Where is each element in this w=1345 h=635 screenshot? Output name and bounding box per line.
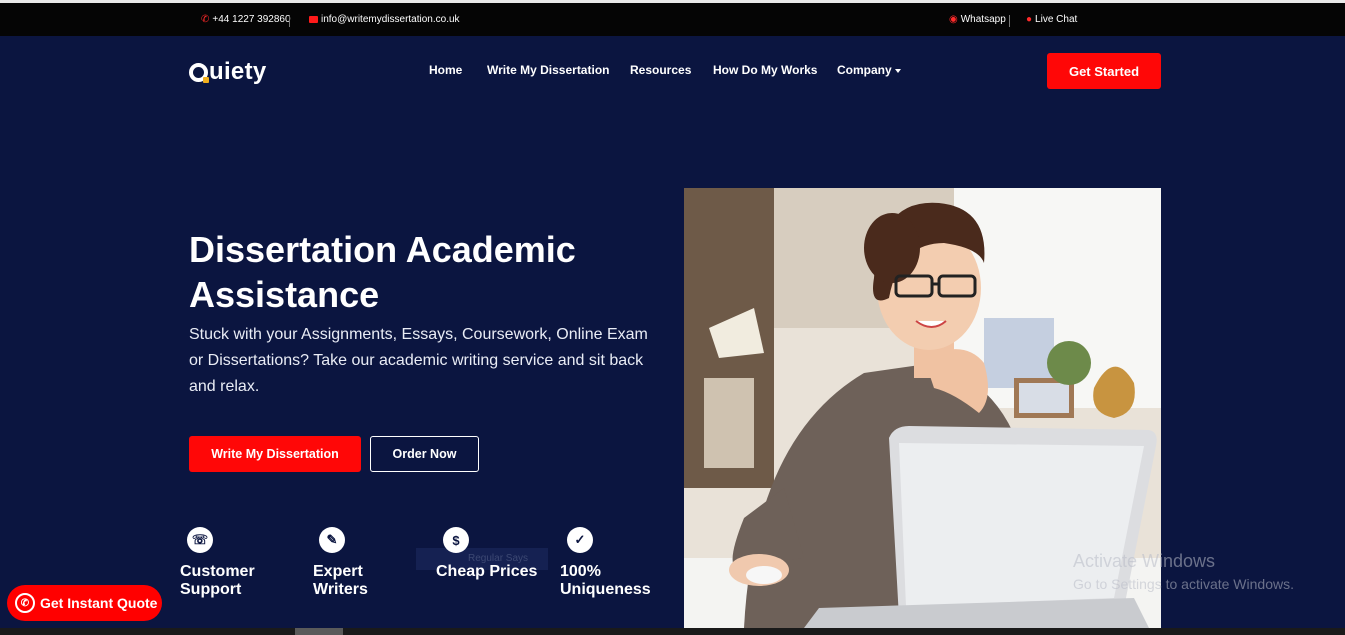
nav-home[interactable]: Home [429, 63, 462, 77]
nav-how-do-my-works[interactable]: How Do My Works [713, 63, 817, 77]
phone-number: +44 1227 392860 [212, 14, 291, 25]
feature-label-line: Writers [313, 581, 368, 598]
live-chat-link[interactable]: ● Live Chat [1026, 14, 1077, 25]
price-icon: $ [443, 527, 469, 553]
phone-link[interactable]: ✆ +44 1227 392860 [201, 14, 291, 25]
nav-company-label: Company [837, 63, 892, 77]
phone-icon: ✆ [201, 14, 210, 25]
hero-title: Dissertation Academic Assistance [189, 227, 659, 317]
chat-bubble-icon: ● [1026, 14, 1033, 25]
logo-mark-icon [189, 62, 209, 83]
unique-icon: ✓ [567, 527, 593, 553]
headset-icon: ☏ [187, 527, 213, 553]
email-link[interactable]: info@writemydissertation.co.uk [309, 14, 460, 25]
top-contact-bar: ✆ +44 1227 392860 info@writemydissertati… [0, 0, 1345, 36]
activate-windows-subtitle: Go to Settings to activate Windows. [1073, 576, 1294, 592]
feature-customer-support: Customer Support [180, 563, 255, 599]
write-my-dissertation-button[interactable]: Write My Dissertation [189, 436, 361, 472]
horizontal-scrollbar[interactable] [0, 628, 1345, 635]
quote-label: Get Instant Quote [40, 595, 158, 611]
writer-icon: ✎ [319, 527, 345, 553]
whatsapp-label: Whatsapp [960, 14, 1006, 25]
divider [1009, 15, 1010, 27]
get-started-button[interactable]: Get Started [1047, 53, 1161, 89]
whatsapp-icon: ✆ [15, 593, 35, 613]
feature-uniqueness: 100% Uniqueness [560, 563, 651, 599]
whatsapp-link[interactable]: ◉ Whatsapp [949, 14, 1006, 25]
feature-label-line: Expert [313, 563, 363, 580]
logo-text: uiety [209, 58, 267, 85]
site-logo[interactable]: uiety [189, 58, 267, 86]
activate-windows-title: Activate Windows [1073, 551, 1216, 571]
hero-title-line2: Assistance [189, 274, 380, 315]
email-address: info@writemydissertation.co.uk [321, 14, 460, 25]
get-instant-quote-button[interactable]: ✆ Get Instant Quote [7, 585, 162, 621]
feature-expert-writers: Expert Writers [313, 563, 368, 599]
order-now-button[interactable]: Order Now [370, 436, 479, 472]
feature-cheap-prices: Cheap Prices [436, 563, 537, 581]
scrollbar-thumb[interactable] [295, 628, 343, 635]
whatsapp-icon: ◉ [949, 14, 958, 25]
envelope-icon [309, 16, 318, 23]
feature-label-line: 100% [560, 563, 601, 580]
live-chat-label: Live Chat [1035, 14, 1078, 25]
feature-label-line: Uniqueness [560, 581, 651, 598]
hero-subtitle: Stuck with your Assignments, Essays, Cou… [189, 326, 648, 395]
nav-company[interactable]: Company [837, 63, 901, 77]
nav-resources[interactable]: Resources [630, 63, 691, 77]
caret-down-icon [894, 68, 901, 73]
divider [289, 15, 290, 27]
feature-label-line: Cheap Prices [436, 563, 538, 580]
feature-label-line: Support [180, 581, 242, 598]
feature-label-line: Customer [180, 563, 255, 580]
nav-write-my-dissertation[interactable]: Write My Dissertation [487, 63, 609, 77]
hero-title-line1: Dissertation Academic [189, 229, 576, 270]
